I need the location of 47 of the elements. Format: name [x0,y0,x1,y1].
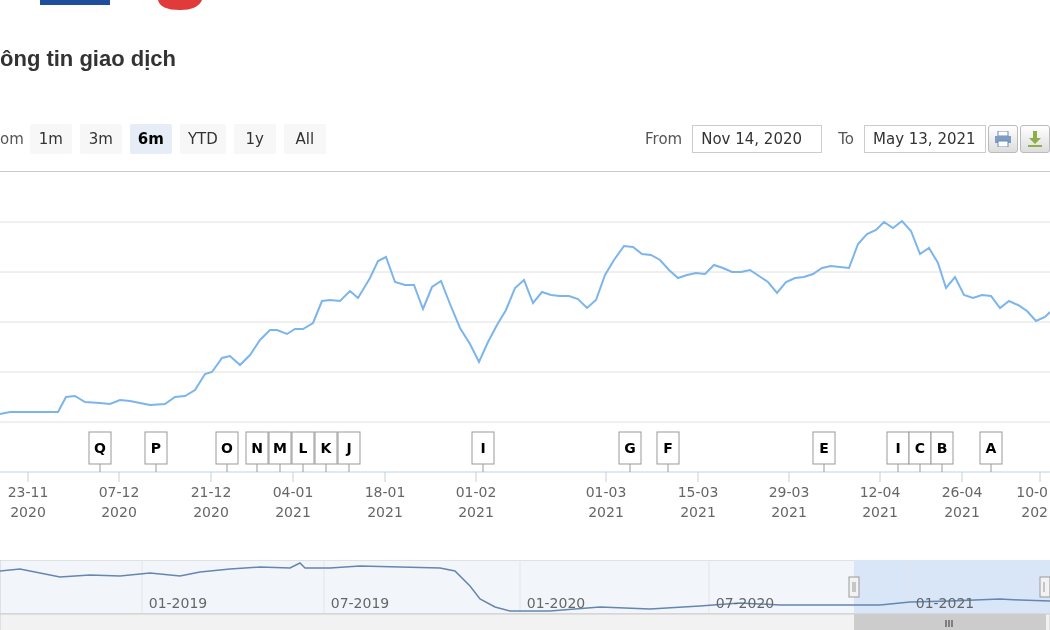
navigator-handle[interactable] [848,576,860,598]
axis-year-label: 2021 [275,504,311,520]
navigator-date-label: 01-2019 [148,595,208,611]
printer-icon [994,131,1012,147]
axis-year-label: 2021 [588,504,624,520]
from-label: From [645,130,683,148]
axis-date-label: 01-03 [585,484,627,500]
axis-date-label: 07-12 [98,484,140,500]
zoom-button[interactable]: 1m [29,124,72,154]
axis-date-label: 21-12 [190,484,232,500]
zoom-button[interactable]: YTD [179,124,226,154]
axis-date-label: 15-03 [677,484,719,500]
axis-date-label: 04-01 [272,484,314,500]
download-icon [1028,131,1042,147]
axis-year-label: 2021 [862,504,898,520]
axis-year-label: 2021 [367,504,403,520]
grip-icon [945,619,953,628]
navigator-selection[interactable] [854,560,1050,614]
axis-date-label: 26-04 [941,484,983,500]
from-date-field[interactable]: Nov 14, 2020 [692,125,823,153]
axis-date-label: 29-03 [768,484,810,500]
axis-year-label: 2021 [458,504,494,520]
navigator-date-label: 01-2020 [526,595,586,611]
axis-date-label: 23-11 [7,484,49,500]
zoom-button[interactable]: 3m [79,124,122,154]
download-button[interactable] [1020,125,1050,153]
axis-year-label: 2021 [680,504,716,520]
axis-year-label: 2021 [771,504,807,520]
navigator-date-label: 07-2019 [330,595,390,611]
axis-year-label: 2020 [10,504,46,520]
section-title: ông tin giao dịch [0,45,177,73]
axis-date-label: 18-01 [364,484,406,500]
axis-year-label: 2020 [101,504,137,520]
print-button[interactable] [988,125,1018,153]
zoom-button[interactable]: 1y [233,124,276,154]
zoom-button[interactable]: All [283,124,326,154]
axis-date-label: 10-0 [1016,484,1048,500]
axis-date-label: 01-02 [455,484,497,500]
axis-year-label: 2021 [944,504,980,520]
zoom-button[interactable]: 6m [129,124,172,154]
to-label: To [838,130,854,148]
navigator-handle[interactable] [1039,576,1050,598]
to-date-field[interactable]: May 13, 2021 [864,125,986,153]
axis-year-label: 202 [1021,504,1048,520]
zoom-label: om [0,130,24,148]
axis-date-label: 12-04 [859,484,901,500]
axis-year-label: 2020 [193,504,229,520]
